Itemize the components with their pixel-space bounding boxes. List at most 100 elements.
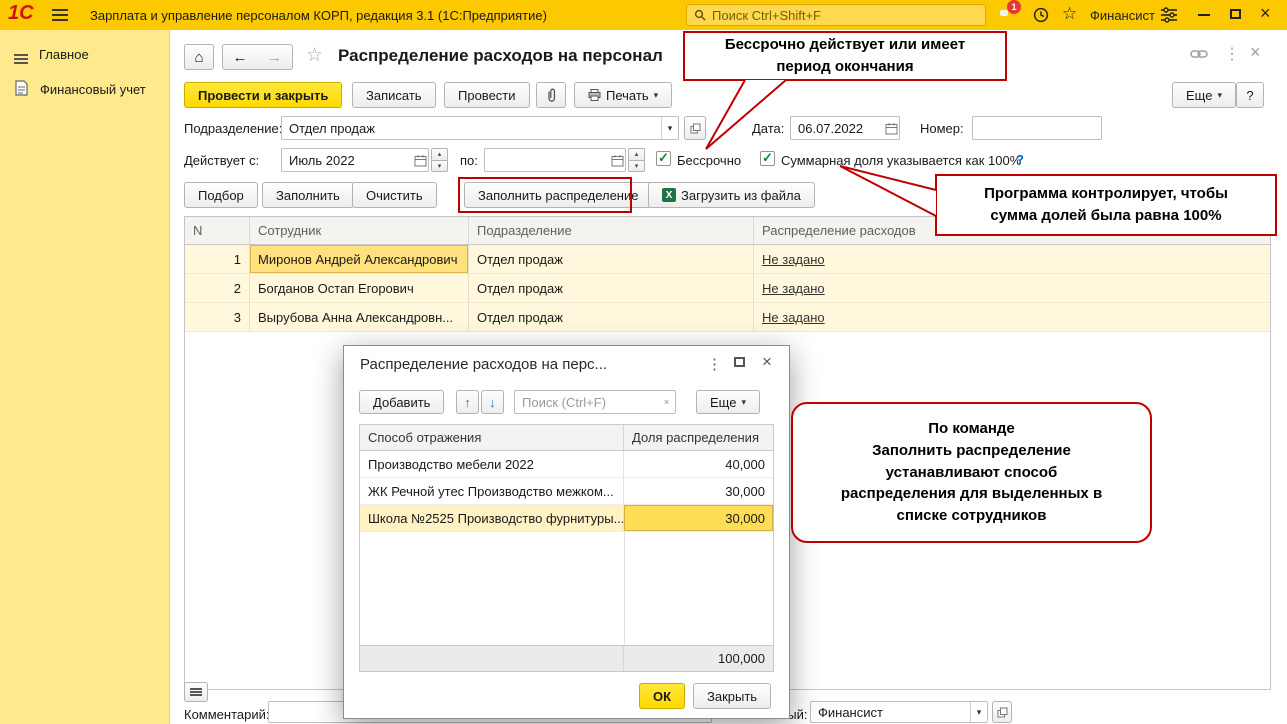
cell-employee[interactable]: Богданов Остап Егорович xyxy=(250,274,469,303)
sum-share-checkbox[interactable]: ✓ xyxy=(760,151,775,166)
valid-to-calendar-icon[interactable] xyxy=(609,149,625,171)
valid-from-calendar-icon[interactable] xyxy=(412,149,428,171)
pick-button[interactable]: Подбор xyxy=(184,182,258,208)
attachments-button[interactable] xyxy=(536,82,566,108)
dialog-more-dots-icon[interactable]: ⋮ xyxy=(707,355,722,373)
home-button[interactable]: ⌂ xyxy=(184,44,214,70)
table-row[interactable]: 1 Миронов Андрей Александрович Отдел про… xyxy=(185,245,1270,274)
favorite-star-icon[interactable]: ☆ xyxy=(306,44,323,67)
responsible-combo[interactable]: Финансист ▾ xyxy=(810,701,988,723)
nav-back-button[interactable]: ← xyxy=(222,44,258,70)
dialog-close-button[interactable]: Закрыть xyxy=(693,683,772,709)
column-header-method[interactable]: Способ отражения xyxy=(360,425,624,451)
dialog-row[interactable]: Школа №2525 Производство фурнитуры... 30… xyxy=(360,505,773,532)
cell-distribution-link[interactable]: Не задано xyxy=(754,303,1270,332)
cell-method[interactable]: Производство мебели 2022 xyxy=(360,451,624,478)
fill-distribution-button[interactable]: Заполнить распределение xyxy=(464,182,653,208)
global-search-input[interactable]: Поиск Ctrl+Shift+F xyxy=(686,4,986,26)
date-input[interactable]: 06.07.2022 xyxy=(790,116,900,140)
maximize-button[interactable] xyxy=(1230,9,1241,19)
print-dropdown-icon: ▾ xyxy=(653,89,659,100)
clear-button[interactable]: Очистить xyxy=(352,182,437,208)
column-header-employee[interactable]: Сотрудник xyxy=(250,217,469,245)
cell-method[interactable]: Школа №2525 Производство фурнитуры... xyxy=(360,505,624,532)
sidebar-item-main[interactable]: Главное xyxy=(0,38,169,71)
spin-down-icon[interactable]: ▾ xyxy=(628,159,645,172)
sum-share-label[interactable]: Суммарная доля указывается как 100% xyxy=(781,153,1021,168)
dialog-ok-button[interactable]: ОК xyxy=(639,683,686,709)
annotation-fill-command: По команде Заполнить распределение устан… xyxy=(791,402,1152,543)
cell-n[interactable]: 2 xyxy=(185,274,250,303)
close-window-button[interactable]: × xyxy=(1260,3,1271,24)
cell-distribution-link[interactable]: Не задано xyxy=(754,245,1270,274)
date-calendar-icon[interactable] xyxy=(883,117,899,139)
dialog-add-button[interactable]: Добавить xyxy=(359,390,445,414)
nav-forward-button[interactable]: → xyxy=(257,44,293,70)
table-row[interactable]: 3 Вырубова Анна Александровн... Отдел пр… xyxy=(185,303,1270,332)
dialog-search-input[interactable]: Поиск (Ctrl+F) × xyxy=(514,390,676,414)
favorites-star-icon[interactable]: ☆ xyxy=(1062,4,1077,24)
department-open-button[interactable] xyxy=(684,116,706,140)
column-header-n[interactable]: N xyxy=(185,217,250,245)
table-row[interactable]: 2 Богданов Остап Егорович Отдел продаж Н… xyxy=(185,274,1270,303)
cell-department[interactable]: Отдел продаж xyxy=(469,245,754,274)
form-more-dots-icon[interactable]: ⋮ xyxy=(1224,44,1240,64)
cell-share[interactable]: 30,000 xyxy=(624,505,773,532)
copy-link-icon[interactable] xyxy=(1190,48,1208,63)
spin-up-icon[interactable]: ▴ xyxy=(431,148,448,160)
responsible-dropdown-icon[interactable]: ▾ xyxy=(970,702,987,722)
valid-to-input[interactable] xyxy=(484,148,626,172)
search-clear-icon[interactable]: × xyxy=(658,391,675,413)
dialog-close-icon[interactable]: × xyxy=(762,352,772,372)
history-icon[interactable] xyxy=(1032,6,1050,27)
department-dropdown-icon[interactable]: ▾ xyxy=(661,117,678,139)
post-button[interactable]: Провести xyxy=(444,82,530,108)
cell-department[interactable]: Отдел продаж xyxy=(469,303,754,332)
valid-from-stepper[interactable]: ▴ ▾ xyxy=(431,148,448,172)
load-from-file-button[interactable]: X Загрузить из файла xyxy=(648,182,815,208)
cell-n[interactable]: 1 xyxy=(185,245,250,274)
spin-up-icon[interactable]: ▴ xyxy=(628,148,645,160)
perpetual-label[interactable]: Бессрочно xyxy=(677,153,741,168)
write-button[interactable]: Записать xyxy=(352,82,436,108)
spin-down-icon[interactable]: ▾ xyxy=(431,159,448,172)
post-and-close-button[interactable]: Провести и закрыть xyxy=(184,82,343,108)
dialog-row[interactable]: ЖК Речной утес Производство межком... 30… xyxy=(360,478,773,505)
dialog-maximize-icon[interactable] xyxy=(734,357,745,367)
column-header-department[interactable]: Подразделение xyxy=(469,217,754,245)
print-button[interactable]: Печать ▾ xyxy=(574,82,673,108)
financial-accounting-icon xyxy=(14,80,29,99)
date-value: 06.07.2022 xyxy=(798,120,864,136)
number-input[interactable] xyxy=(972,116,1102,140)
footer-menu-button[interactable] xyxy=(184,682,208,702)
cell-share[interactable]: 30,000 xyxy=(624,478,773,505)
annotation-perpetual: Бессрочно действует или имеет период око… xyxy=(683,31,1007,81)
cell-method[interactable]: ЖК Речной утес Производство межком... xyxy=(360,478,624,505)
cell-n[interactable]: 3 xyxy=(185,303,250,332)
department-combo[interactable]: Отдел продаж ▾ xyxy=(281,116,679,140)
minimize-button[interactable] xyxy=(1198,14,1210,16)
form-more-button[interactable]: Еще ▾ xyxy=(1172,82,1236,108)
cell-employee[interactable]: Миронов Андрей Александрович xyxy=(250,245,469,274)
cell-share[interactable]: 40,000 xyxy=(624,451,773,478)
dialog-row[interactable]: Производство мебели 2022 40,000 xyxy=(360,451,773,478)
cell-employee[interactable]: Вырубова Анна Александровн... xyxy=(250,303,469,332)
main-menu-icon[interactable] xyxy=(52,9,68,11)
move-down-button[interactable]: ↓ xyxy=(481,390,504,414)
responsible-open-button[interactable] xyxy=(992,701,1012,723)
dialog-more-button[interactable]: Еще ▾ xyxy=(696,390,760,414)
move-up-button[interactable]: ↑ xyxy=(456,390,479,414)
settings-tune-icon[interactable] xyxy=(1160,7,1178,26)
cell-distribution-link[interactable]: Не задано xyxy=(754,274,1270,303)
sidebar-item-financial-accounting[interactable]: Финансовый учет xyxy=(0,71,169,108)
help-button[interactable]: ? xyxy=(1236,82,1264,108)
cell-department[interactable]: Отдел продаж xyxy=(469,274,754,303)
current-user[interactable]: Финансист xyxy=(1090,8,1155,23)
fill-button[interactable]: Заполнить xyxy=(262,182,354,208)
valid-to-stepper[interactable]: ▴ ▾ xyxy=(628,148,645,172)
perpetual-checkbox[interactable]: ✓ xyxy=(656,151,671,166)
form-close-icon[interactable]: × xyxy=(1250,42,1261,63)
valid-from-input[interactable]: Июль 2022 xyxy=(281,148,429,172)
sum-share-help-icon[interactable]: ? xyxy=(1016,152,1024,167)
column-header-share[interactable]: Доля распределения xyxy=(624,425,773,451)
